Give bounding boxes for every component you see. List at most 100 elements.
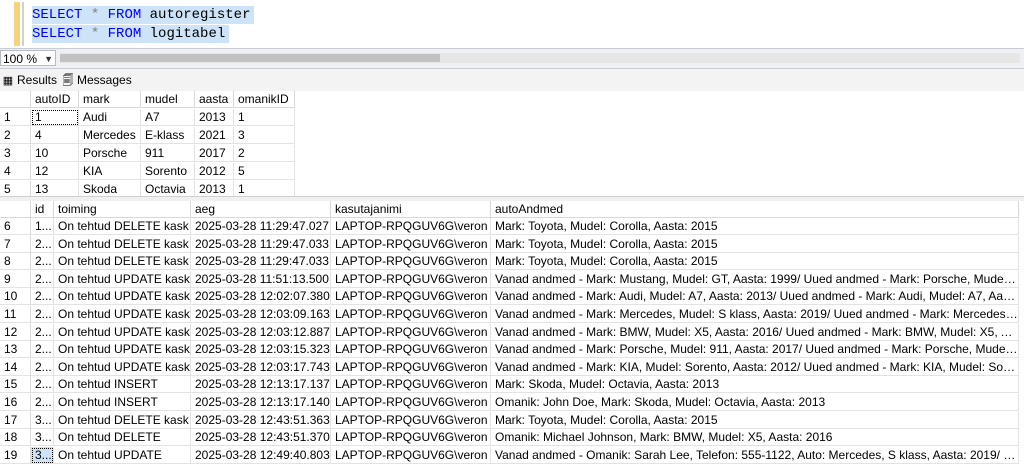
cell-aeg[interactable]: 2025-03-28 12:03:15.323 xyxy=(191,341,331,359)
column-header-aeg[interactable]: aeg xyxy=(191,201,331,218)
cell-aeg[interactable]: 2025-03-28 12:49:40.803 xyxy=(191,446,331,464)
column-header-mudel[interactable]: mudel xyxy=(141,91,195,108)
cell-mudel[interactable]: Sorento xyxy=(141,163,195,180)
cell-id[interactable]: 3... xyxy=(31,411,54,429)
cell-omanikid[interactable]: 5 xyxy=(234,163,295,180)
table-row[interactable]: 6 1... On tehtud DELETE kask 2025-03-28 11:… xyxy=(0,218,1024,236)
grid-corner[interactable] xyxy=(0,91,31,108)
table-row[interactable]: 7 2... On tehtud DELETE kask 2025-03-28 11:… xyxy=(0,235,1024,254)
row-number[interactable]: 1 xyxy=(0,109,31,126)
row-number[interactable]: 2 xyxy=(0,127,31,144)
cell-id[interactable]: 2... xyxy=(31,288,54,306)
row-number[interactable]: 7 xyxy=(0,235,31,253)
cell-toiming[interactable]: On tehtud DELETE kask xyxy=(54,218,191,235)
cell-aeg[interactable]: 2025-03-28 12:03:17.743 xyxy=(191,358,331,376)
cell-id[interactable]: 2... xyxy=(31,270,54,288)
cell-autoandmed[interactable]: Vanad andmed - Mark: Mercedes, Mudel: S … xyxy=(491,306,1019,323)
column-header-autoandmed[interactable]: autoAndmed xyxy=(491,201,1019,218)
cell-kasutajanimi[interactable]: LAPTOP-RPQGUV6G\veron xyxy=(331,376,491,394)
cell-aeg[interactable]: 2025-03-28 12:13:17.137 xyxy=(191,376,331,394)
table-row[interactable]: 13 2... On tehtud UPDATE kask 2025-03-28 12… xyxy=(0,341,1024,359)
cell-kasutajanimi[interactable]: LAPTOP-RPQGUV6G\veron xyxy=(331,288,491,306)
cell-mudel[interactable]: A7 xyxy=(141,109,195,126)
table-row[interactable]: 19 3... On tehtud UPDATE 2025-03-28 12:49:4… xyxy=(0,446,1024,465)
cell-omanikid[interactable]: 1 xyxy=(234,109,295,126)
row-number[interactable]: 16 xyxy=(0,394,31,411)
cell-kasutajanimi[interactable]: LAPTOP-RPQGUV6G\veron xyxy=(331,270,491,288)
table-row[interactable]: 3 10 Porsche 911 2017 2 xyxy=(0,145,1024,163)
cell-kasutajanimi[interactable]: LAPTOP-RPQGUV6G\veron xyxy=(331,253,491,271)
row-number[interactable]: 6 xyxy=(0,218,31,235)
cell-aeg[interactable]: 2025-03-28 12:03:09.163 xyxy=(191,306,331,323)
row-number[interactable]: 8 xyxy=(0,253,31,271)
cell-autoandmed[interactable]: Vanad andmed - Mark: KIA, Mudel: Sorento… xyxy=(491,358,1019,376)
cell-aeg[interactable]: 2025-03-28 11:29:47.027 xyxy=(191,218,331,235)
cell-id[interactable]: 2... xyxy=(31,306,54,323)
grid-corner[interactable] xyxy=(0,201,31,218)
cell-aasta[interactable]: 2012 xyxy=(195,163,234,180)
cell-autoandmed[interactable]: Vanad andmed - Omanik: Sarah Lee, Telefo… xyxy=(491,446,1019,464)
table-row[interactable]: 10 2... On tehtud UPDATE kask 2025-03-28 12… xyxy=(0,288,1024,306)
query-editor[interactable]: SELECT * FROM autoregister SELECT * FROM… xyxy=(0,0,1024,46)
cell-toiming[interactable]: On tehtud DELETE kask xyxy=(54,235,191,253)
column-header-autoid[interactable]: autoID xyxy=(31,91,79,108)
row-number[interactable]: 17 xyxy=(0,411,31,429)
cell-aeg[interactable]: 2025-03-28 12:02:07.380 xyxy=(191,288,331,306)
cell-mudel[interactable]: 911 xyxy=(141,145,195,162)
row-number[interactable]: 13 xyxy=(0,341,31,359)
cell-autoandmed[interactable]: Omanik: Michael Johnson, Mark: BMW, Mude… xyxy=(491,429,1019,447)
scrollbar-thumb[interactable] xyxy=(60,54,440,62)
cell-omanikid[interactable]: 3 xyxy=(234,127,295,144)
cell-aeg[interactable]: 2025-03-28 12:43:51.370 xyxy=(191,429,331,447)
cell-toiming[interactable]: On tehtud UPDATE kask xyxy=(54,306,191,323)
cell-kasutajanimi[interactable]: LAPTOP-RPQGUV6G\veron xyxy=(331,394,491,411)
cell-kasutajanimi[interactable]: LAPTOP-RPQGUV6G\veron xyxy=(331,235,491,253)
cell-aeg[interactable]: 2025-03-28 11:29:47.033 xyxy=(191,253,331,271)
cell-toiming[interactable]: On tehtud UPDATE xyxy=(54,446,191,464)
table-row[interactable]: 18 3... On tehtud DELETE 2025-03-28 12:43:5… xyxy=(0,429,1024,447)
column-header-id[interactable]: id xyxy=(31,201,54,218)
cell-autoid[interactable]: 12 xyxy=(31,163,79,180)
row-number[interactable]: 10 xyxy=(0,288,31,306)
cell-id[interactable]: 2... xyxy=(31,341,54,359)
cell-toiming[interactable]: On tehtud UPDATE kask xyxy=(54,341,191,359)
column-header-aasta[interactable]: aasta xyxy=(195,91,234,108)
cell-toiming[interactable]: On tehtud DELETE kask xyxy=(54,253,191,271)
cell-toiming[interactable]: On tehtud DELETE xyxy=(54,429,191,447)
tab-messages[interactable]: 🗐 Messages xyxy=(62,72,132,88)
cell-autoandmed[interactable]: Omanik: John Doe, Mark: Skoda, Mudel: Oc… xyxy=(491,394,1019,411)
cell-id[interactable]: 2... xyxy=(31,323,54,341)
cell-id[interactable]: 2... xyxy=(31,376,54,394)
query-line-1[interactable]: SELECT * FROM autoregister xyxy=(32,6,255,24)
row-number[interactable]: 14 xyxy=(0,358,31,376)
column-header-omanikid[interactable]: omanikID xyxy=(234,91,295,108)
cell-aeg[interactable]: 2025-03-28 11:51:13.500 xyxy=(191,270,331,288)
cell-autoandmed[interactable]: Vanad andmed - Mark: Porsche, Mudel: 911… xyxy=(491,341,1019,359)
cell-mark[interactable]: Mercedes xyxy=(79,127,141,144)
table-row[interactable]: 2 4 Mercedes E-klass 2021 3 xyxy=(0,127,1024,145)
row-number[interactable]: 4 xyxy=(0,163,31,180)
row-number[interactable]: 15 xyxy=(0,376,31,394)
cell-id[interactable]: 2... xyxy=(31,235,54,253)
horizontal-scrollbar[interactable] xyxy=(60,53,1020,63)
table-row[interactable]: 15 2... On tehtud INSERT 2025-03-28 12:13:1… xyxy=(0,376,1024,394)
tab-results[interactable]: ▦ Results xyxy=(2,72,57,88)
cell-autoid[interactable]: 10 xyxy=(31,145,79,162)
cell-id[interactable]: 2... xyxy=(31,253,54,271)
cell-id[interactable]: 2... xyxy=(31,394,54,411)
zoom-select[interactable]: 100 % ▼ xyxy=(0,50,56,66)
cell-mark[interactable]: Audi xyxy=(79,109,141,126)
cell-autoandmed[interactable]: Mark: Toyota, Mudel: Corolla, Aasta: 201… xyxy=(491,411,1019,429)
row-number[interactable]: 9 xyxy=(0,270,31,288)
table-row[interactable]: 8 2... On tehtud DELETE kask 2025-03-28 11:… xyxy=(0,253,1024,271)
row-number[interactable]: 12 xyxy=(0,323,31,341)
cell-aasta[interactable]: 2021 xyxy=(195,127,234,144)
row-number[interactable]: 19 xyxy=(0,446,31,464)
cell-autoid[interactable]: 1 xyxy=(31,109,79,126)
cell-id[interactable]: 3... xyxy=(31,446,54,464)
cell-autoandmed[interactable]: Vanad andmed - Mark: Mustang, Mudel: GT,… xyxy=(491,270,1019,288)
cell-toiming[interactable]: On tehtud UPDATE kask xyxy=(54,288,191,306)
table-row[interactable]: 16 2... On tehtud INSERT 2025-03-28 12:13:1… xyxy=(0,394,1024,412)
table-row[interactable]: 17 3... On tehtud DELETE kask 2025-03-28 12… xyxy=(0,411,1024,430)
cell-autoandmed[interactable]: Mark: Toyota, Mudel: Corolla, Aasta: 201… xyxy=(491,218,1019,235)
